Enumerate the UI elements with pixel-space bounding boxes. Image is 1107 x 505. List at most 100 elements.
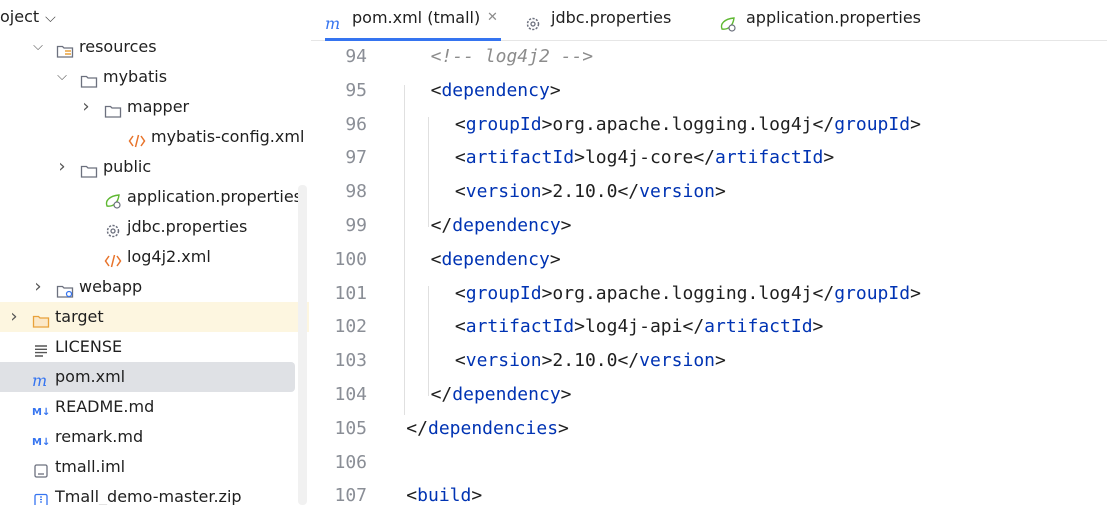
code-text: >org.apache.logging.log4j</ [541,113,835,135]
chevron-right-icon[interactable]: › [31,272,45,302]
code-line[interactable]: </dependency> [431,384,572,405]
xml-tag-name: artifactId [465,316,575,338]
tree-item[interactable]: › public [0,152,309,182]
zip-file-icon [32,489,50,505]
tab-label: jdbc.properties [551,8,672,27]
line-number: 97 [345,147,367,169]
code-text: > [560,215,572,236]
xml-comment: <!-- log4j2 --> [430,46,594,67]
code-editor[interactable]: 94 95 96 97 98 99 100 101 102 103 104 105 106 107 <!-… [311,41,1107,505]
code-text: > [812,316,824,338]
tree-item[interactable]: M↓ remark.md [0,422,309,452]
tree-item-label: application.properties [127,187,302,206]
markdown-icon: M↓ [32,429,50,448]
indent-guide [404,85,405,415]
chevron-right-icon[interactable]: › [55,152,69,182]
code-text: > [549,248,561,270]
tree-item[interactable]: LICENSE [0,332,309,362]
tree-item[interactable]: mybatis-config.xml [0,122,309,152]
tree-item-label: jdbc.properties [127,217,248,236]
xml-tag-name: build [417,485,472,505]
project-panel-header[interactable]: oject ⌵ [0,0,56,34]
code-line[interactable]: </dependency> [431,215,572,236]
tree-item[interactable]: › mapper [0,92,309,122]
line-number: 95 [345,79,367,101]
code-text: > [715,181,726,203]
code-line[interactable]: <dependency> [431,249,561,270]
tree-item[interactable]: ⌵ resources [0,32,309,62]
tree-item-label: mapper [127,97,190,116]
code-line[interactable]: <version>2.10.0</version> [455,350,726,371]
indent-guide [428,117,429,227]
tree-item[interactable]: application.properties [0,182,309,212]
tree-item-label: mybatis-config.xml [151,127,305,146]
code-text: >org.apache.logging.log4j</ [541,282,835,304]
xml-tag-name: dependency [441,79,550,101]
xml-tag-name: version [639,350,715,372]
xml-tag-name: artifactId [704,316,813,338]
close-icon[interactable]: ✕ [487,0,498,36]
code-line[interactable]: <artifactId>log4j-core</artifactId> [455,147,834,168]
project-panel: oject ⌵ ⌵ resources ⌵ mybatis › mapper mybatis-… [0,0,312,505]
editor-tab[interactable]: application.properties [719,0,921,40]
xml-tag-name: groupId [834,113,911,135]
code-text: < [406,485,418,505]
xml-tag-name: version [639,181,715,203]
properties-gear-icon [104,219,122,238]
xml-file-icon [128,129,146,148]
xml-tag-name: artifactId [465,147,575,169]
line-number: 98 [345,181,367,203]
tree-item[interactable]: m pom.xml [0,362,295,392]
tree-item-label: mybatis [103,67,168,86]
xml-tag-name: dependencies [427,417,559,439]
code-line[interactable]: <groupId>org.apache.logging.log4j</group… [455,283,921,304]
code-line[interactable]: <dependency> [431,80,561,101]
folder-icon [80,69,98,88]
web-folder-icon [56,279,74,298]
line-number: 99 [345,215,367,236]
code-text: >log4j-api</ [574,316,705,338]
sidebar-scrollbar[interactable] [298,185,307,505]
tree-item[interactable]: jdbc.properties [0,212,309,242]
code-text: >2.10.0</ [541,181,640,203]
code-text: </ [430,384,453,405]
svg-text:m: m [325,16,340,32]
xml-tag-name: dependency [441,248,550,270]
code-text: < [454,113,466,135]
xml-tag-name: version [465,350,542,372]
editor-tab[interactable]: jdbc.properties [524,0,684,40]
xml-tag-name: groupId [465,113,542,135]
chevron-down-icon[interactable]: ⌵ [55,62,69,92]
code-text: </ [430,215,453,236]
code-line[interactable]: <build> [406,485,482,505]
chevron-down-icon[interactable]: ⌵ [31,32,45,62]
code-text: < [454,147,466,169]
tree-item-label: log4j2.xml [127,247,211,266]
tree-item[interactable]: log4j2.xml [0,242,309,272]
tree-item[interactable]: M↓ README.md [0,392,309,422]
spring-properties-icon [719,9,737,32]
chevron-right-icon[interactable]: › [79,92,93,122]
tree-item[interactable]: tmall.iml [0,452,309,482]
code-line[interactable]: <version>2.10.0</version> [455,181,726,202]
tree-item-label: webapp [79,277,143,296]
code-text: < [430,79,442,101]
chevron-right-icon[interactable]: › [7,302,21,332]
tree-item[interactable]: ⌵ mybatis [0,62,309,92]
tree-item[interactable]: Tmall_demo-master.zip [0,482,309,505]
code-line[interactable]: <groupId>org.apache.logging.log4j</group… [455,114,921,135]
xml-tag-name: artifactId [715,147,824,169]
chevron-down-icon[interactable]: ⌵ [45,10,56,26]
code-text: < [454,282,466,304]
tree-item-label: tmall.iml [55,457,126,476]
markdown-icon: M↓ [32,399,50,418]
code-text: >2.10.0</ [541,350,640,372]
code-line[interactable]: </dependencies> [406,418,569,439]
tab-label: pom.xml (tmall) [352,8,481,27]
editor-tab[interactable]: m pom.xml (tmall) ✕ [325,0,501,41]
line-number: 101 [334,282,367,304]
tree-item[interactable]: › target [0,302,309,332]
code-line[interactable]: <!-- log4j2 --> [431,46,594,67]
tree-item[interactable]: › webapp [0,272,309,302]
code-line[interactable]: <artifactId>log4j-api</artifactId> [455,316,823,337]
